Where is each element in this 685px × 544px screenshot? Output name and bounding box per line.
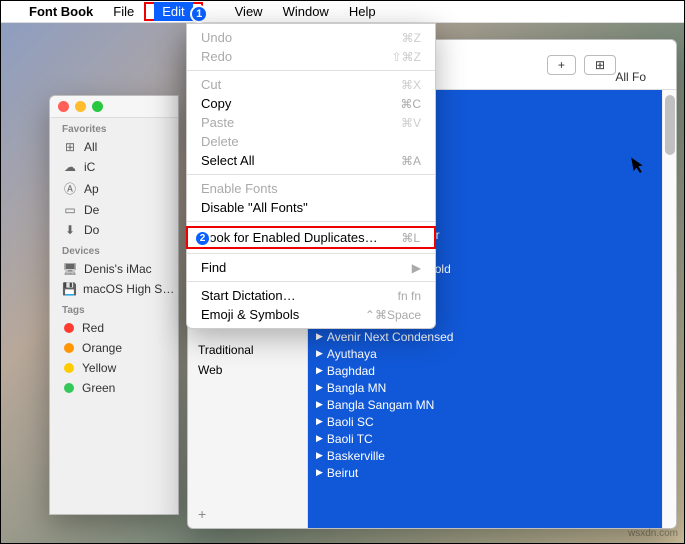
grid-icon: ⊞ <box>62 140 78 154</box>
finder-window: Favorites ⊞All ☁iC ⒶAp ▭De ⬇Do Devices 🖥… <box>49 95 179 515</box>
menu-enable-fonts: Enable Fonts <box>187 179 435 198</box>
tag-dot-icon <box>64 383 74 393</box>
menu-edit[interactable]: Edit <box>154 2 192 21</box>
disk-icon: 💾 <box>62 282 77 296</box>
collection-item[interactable]: Traditional <box>188 340 307 360</box>
menu-edit-highlight: Edit 1 <box>144 2 202 21</box>
disclosure-icon: ▶ <box>316 365 323 376</box>
tag-item[interactable]: Yellow <box>50 358 178 378</box>
menu-app[interactable]: Font Book <box>19 2 103 21</box>
zoom-icon[interactable] <box>92 101 103 112</box>
separator <box>187 221 435 222</box>
font-item[interactable]: ▶Baskerville <box>308 447 662 464</box>
add-collection-button[interactable]: + <box>198 506 206 522</box>
font-item[interactable]: ▶Baoli TC <box>308 430 662 447</box>
font-item[interactable]: ▶Ayuthaya <box>308 345 662 362</box>
menu-find[interactable]: Find▶ <box>187 258 435 277</box>
menu-emoji-symbols[interactable]: Emoji & Symbols⌃⌘Space <box>187 305 435 324</box>
tag-dot-icon <box>64 343 74 353</box>
menu-disable-fonts[interactable]: Disable "All Fonts" <box>187 198 435 217</box>
callout-badge-2: 2 <box>194 230 211 247</box>
disclosure-icon: ▶ <box>316 467 323 478</box>
menu-cut: Cut⌘X <box>187 75 435 94</box>
close-icon[interactable] <box>58 101 69 112</box>
menu-start-dictation[interactable]: Start Dictation…fn fn <box>187 286 435 305</box>
font-item[interactable]: ▶Bangla Sangam MN <box>308 396 662 413</box>
separator <box>187 281 435 282</box>
font-item[interactable]: ▶Beirut <box>308 464 662 481</box>
scrollbar[interactable] <box>662 90 676 528</box>
menu-select-all[interactable]: Select All⌘A <box>187 151 435 170</box>
font-item[interactable]: ▶Baghdad <box>308 362 662 379</box>
disclosure-icon: ▶ <box>316 416 323 427</box>
menu-view[interactable]: View <box>225 2 273 21</box>
edit-menu: Undo⌘Z Redo⇧⌘Z Cut⌘X Copy⌘C Paste⌘V Dele… <box>186 23 436 329</box>
menu-window[interactable]: Window <box>273 2 339 21</box>
favorites-heading: Favorites <box>50 118 178 137</box>
downloads-icon: ⬇ <box>62 223 78 237</box>
font-item[interactable]: ▶Avenir Next Condensed <box>308 328 662 345</box>
add-button[interactable]: + <box>547 55 576 75</box>
font-item[interactable]: ▶Bangla MN <box>308 379 662 396</box>
sidebar-item[interactable]: ⊞All <box>50 137 178 157</box>
disclosure-icon: ▶ <box>316 382 323 393</box>
sidebar-item[interactable]: 💾macOS High S… <box>50 279 178 299</box>
menu-delete: Delete <box>187 132 435 151</box>
apps-icon: Ⓐ <box>62 180 78 197</box>
collection-label: All Fo <box>615 70 646 84</box>
grid-toggle[interactable]: ⊞ <box>584 55 616 75</box>
tag-item[interactable]: Orange <box>50 338 178 358</box>
disclosure-icon: ▶ <box>316 450 323 461</box>
disclosure-icon: ▶ <box>316 399 323 410</box>
disclosure-icon: ▶ <box>316 433 323 444</box>
menubar: Font Book File Edit 1 View Window Help <box>1 1 684 23</box>
separator <box>187 174 435 175</box>
disclosure-icon: ▶ <box>316 348 323 359</box>
separator <box>187 70 435 71</box>
sidebar-item[interactable]: 🖥Denis's iMac <box>50 259 178 279</box>
computer-icon: 🖥 <box>62 262 78 276</box>
cloud-icon: ☁ <box>62 160 78 174</box>
minimize-icon[interactable] <box>75 101 86 112</box>
menu-redo: Redo⇧⌘Z <box>187 47 435 66</box>
desktop-icon: ▭ <box>62 203 78 217</box>
devices-heading: Devices <box>50 240 178 259</box>
collection-item[interactable]: Web <box>188 360 307 380</box>
tag-item[interactable]: Green <box>50 378 178 398</box>
tag-dot-icon <box>64 363 74 373</box>
separator <box>187 253 435 254</box>
menu-copy[interactable]: Copy⌘C <box>187 94 435 113</box>
sidebar-item[interactable]: ⒶAp <box>50 177 178 200</box>
scroll-thumb[interactable] <box>665 95 675 155</box>
font-item[interactable]: ▶Baoli SC <box>308 413 662 430</box>
sidebar-item[interactable]: ☁iC <box>50 157 178 177</box>
sidebar-item[interactable]: ▭De <box>50 200 178 220</box>
menu-undo: Undo⌘Z <box>187 28 435 47</box>
callout-badge-1: 1 <box>190 5 208 23</box>
watermark: wsxdn.com <box>628 528 678 539</box>
disclosure-icon: ▶ <box>316 331 323 342</box>
tag-dot-icon <box>64 323 74 333</box>
menu-file[interactable]: File <box>103 2 144 21</box>
menu-paste: Paste⌘V <box>187 113 435 132</box>
finder-titlebar <box>50 96 178 118</box>
sidebar-item[interactable]: ⬇Do <box>50 220 178 240</box>
tags-heading: Tags <box>50 299 178 318</box>
menu-look-for-duplicates[interactable]: 2 Look for Enabled Duplicates…⌘L <box>186 226 436 249</box>
tag-item[interactable]: Red <box>50 318 178 338</box>
menu-help[interactable]: Help <box>339 2 386 21</box>
